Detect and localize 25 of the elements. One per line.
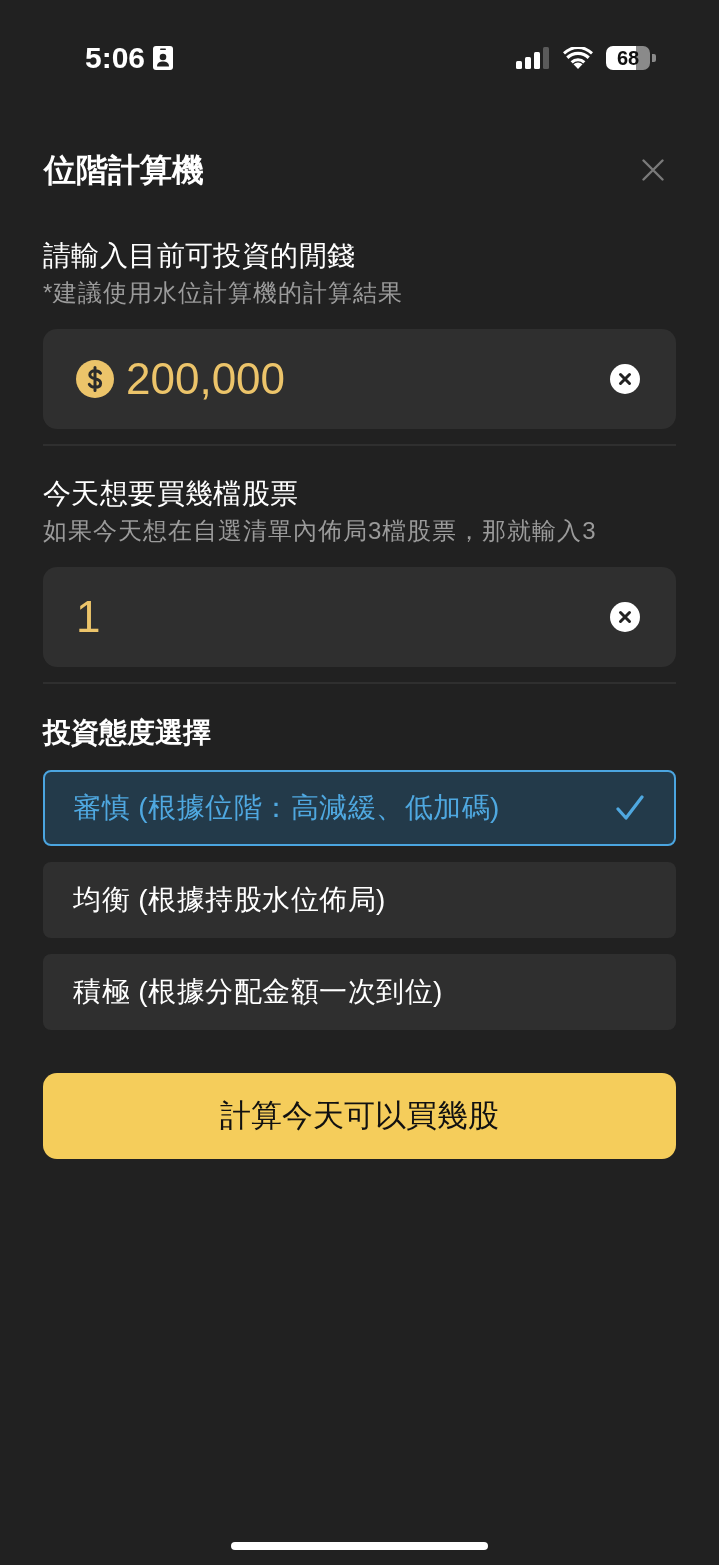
wifi-icon [563, 47, 593, 69]
close-button[interactable] [641, 158, 665, 182]
field-hint: *建議使用水位計算機的計算結果 [43, 278, 404, 308]
clear-button[interactable] [610, 364, 640, 394]
clear-button[interactable] [610, 602, 640, 632]
id-badge-icon [153, 46, 174, 70]
calculate-button[interactable]: 計算今天可以買幾股 [43, 1073, 676, 1159]
attitude-option[interactable]: 均衡 (根據持股水位佈局) [43, 862, 676, 938]
signal-icon [516, 47, 550, 69]
field-label: 請輸入目前可投資的閒錢 [43, 239, 356, 273]
dollar-coin-icon [76, 360, 114, 398]
stock-count-field[interactable]: 1 [43, 567, 676, 667]
field-hint: 如果今天想在自選清單內佈局3檔股票，那就輸入3 [43, 516, 597, 546]
close-icon [642, 159, 664, 181]
status-time: 5:06 [85, 40, 146, 76]
page-title: 位階計算機 [44, 151, 204, 190]
checkmark-icon [616, 795, 644, 821]
section-title: 投資態度選擇 [43, 716, 211, 750]
clear-icon [610, 602, 640, 632]
field-label: 今天想要買幾檔股票 [43, 477, 299, 511]
clear-icon [610, 364, 640, 394]
attitude-option[interactable]: 審慎 (根據位階：高減緩、低加碼) [43, 770, 676, 846]
amount-field[interactable]: 200,000 [43, 329, 676, 429]
battery-indicator: 68 [606, 46, 656, 70]
attitude-option[interactable]: 積極 (根據分配金額一次到位) [43, 954, 676, 1030]
